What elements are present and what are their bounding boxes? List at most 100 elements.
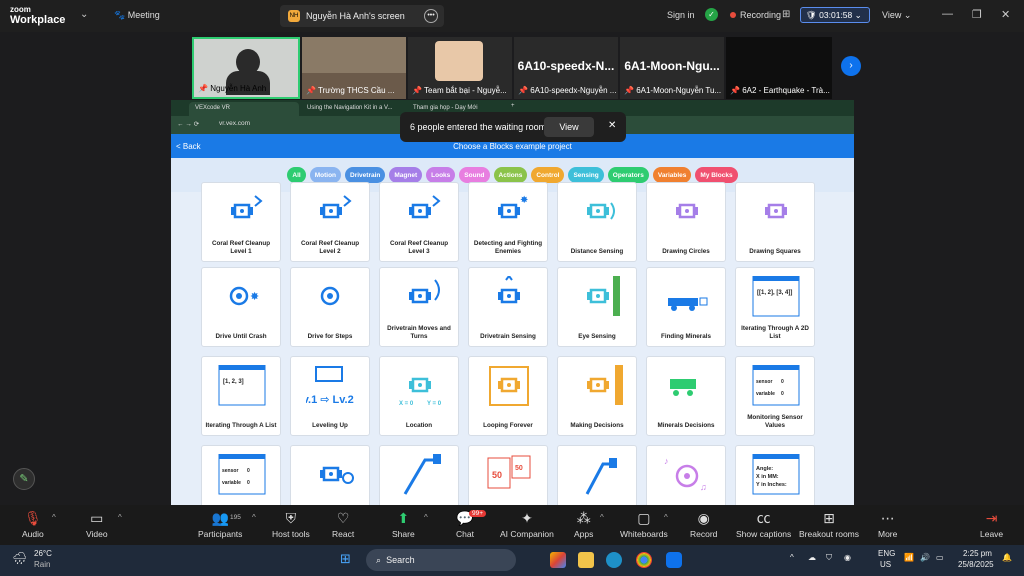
back-arrow-icon[interactable]: ← → ⟳ (177, 120, 199, 128)
filter-operators[interactable]: Operators (607, 167, 649, 183)
audio-button[interactable]: 🎙 Audio (22, 509, 44, 539)
filter-actions[interactable]: Actions (493, 167, 528, 183)
example-card-coral-reef-cleanup-level-1[interactable]: Coral Reef Cleanup Level 1 (201, 182, 281, 262)
browser-tab-vexcode[interactable]: VEXcode VR (189, 102, 299, 116)
share-chevron-icon[interactable]: ^ (424, 513, 428, 522)
video-button[interactable]: ▭ Video (86, 509, 108, 539)
example-card-eye-sensing[interactable]: Eye Sensing (557, 267, 637, 347)
chrome-icon[interactable] (636, 552, 652, 568)
example-card-location[interactable]: X = 0 Y = 0 Location (379, 356, 459, 436)
view-waiting-room-button[interactable]: View (544, 117, 594, 137)
example-card-iterating-through-a-2d-list[interactable]: [[1, 2], [3, 4]] Iterating Through A 2D L… (735, 267, 815, 347)
new-tab-icon[interactable]: + (511, 103, 515, 109)
tray-app-icon[interactable]: ◉ (844, 553, 851, 562)
filter-control[interactable]: Control (531, 167, 565, 183)
windows-start-icon[interactable]: ⊞ (340, 551, 351, 567)
example-card-moving-disks[interactable]: Moving Disks (290, 445, 370, 505)
chevron-down-icon[interactable]: ⌄ (80, 9, 88, 20)
example-card-drive-for-steps[interactable]: Drive for Steps (290, 267, 370, 347)
filter-variables[interactable]: Variables (652, 167, 692, 183)
language-indicator[interactable]: ENG (878, 549, 895, 558)
example-card-distance-sensing[interactable]: Distance Sensing (557, 182, 637, 262)
filter-magnet[interactable]: Magnet (389, 167, 423, 183)
audio-options-chevron-icon[interactable]: ^ (52, 513, 56, 522)
breakout-rooms-button[interactable]: ⊞ Breakout rooms (799, 509, 859, 539)
whiteboards-button[interactable]: ▢ Whiteboards (620, 509, 668, 539)
example-card-drivetrain-moves-and-turns[interactable]: Drivetrain Moves and Turns (379, 267, 459, 347)
battery-icon[interactable]: ▭ (936, 553, 944, 562)
security-icon[interactable]: ⛉ (826, 553, 832, 563)
example-card-drawing-circles[interactable]: Drawing Circles (646, 182, 726, 262)
speaker-icon[interactable]: 🔊 (920, 553, 930, 562)
example-card-monitoring-variable[interactable]: sensor0variable0Monitoring Variable (201, 445, 281, 505)
tray-chevron-icon[interactable]: ^ (790, 553, 794, 562)
ai-companion-button[interactable]: ✦ AI Companion (500, 509, 554, 539)
minimize-icon[interactable]: — (942, 8, 953, 20)
more-icon[interactable]: ••• (424, 9, 438, 23)
recording-indicator[interactable]: Recording (730, 10, 781, 20)
thumb-1[interactable]: 📌 Trường THCS Cầu ... (302, 37, 406, 99)
next-page-icon[interactable]: › (841, 56, 861, 76)
meeting-tab[interactable]: 🐾 Meeting (114, 10, 160, 21)
example-card-printing-location[interactable]: Angle:X in MM:Y in Inches:Printing Locat… (735, 445, 815, 505)
keyboard-layout[interactable]: US (880, 560, 891, 569)
apps-chevron-icon[interactable]: ^ (600, 513, 604, 522)
filter-all[interactable]: All (287, 167, 306, 183)
example-card-minerals-decisions[interactable]: Minerals Decisions (646, 356, 726, 436)
file-explorer-icon[interactable] (578, 552, 594, 568)
example-card-drawing-squares[interactable]: Drawing Squares (735, 182, 815, 262)
leave-button[interactable]: ⇥ Leave (980, 509, 1003, 539)
thumb-4[interactable]: 6A1-Moon-Ngu... 📌 6A1-Moon-Nguyễn Tu... (620, 37, 724, 99)
filter-sound[interactable]: Sound (459, 167, 490, 183)
shield-icon[interactable]: ✓ (705, 8, 718, 21)
restore-icon[interactable]: ❐ (972, 8, 982, 21)
wifi-icon[interactable]: 📶 (904, 553, 914, 562)
example-card-coral-reef-cleanup-level-3[interactable]: Coral Reef Cleanup Level 3 (379, 182, 459, 262)
example-card-coral-reef-cleanup-level-2[interactable]: Coral Reef Cleanup Level 2 (290, 182, 370, 262)
captions-button[interactable]: ㏄ Show captions (736, 509, 791, 539)
example-card-detecting-and-fighting-enemies[interactable]: ✸ Detecting and Fighting Enemies (468, 182, 548, 262)
example-card-leveling-up[interactable]: Lv.1 ⇨ Lv.2 Leveling Up (290, 356, 370, 436)
taskbar-search[interactable]: ⌕ Search (366, 549, 516, 571)
example-card-pick-up-a-sample[interactable]: Pick Up a Sample (557, 445, 637, 505)
example-card-monitoring-sensor-values[interactable]: sensor 0 variable 0 Monitoring Sensor Values (735, 356, 815, 436)
annotate-pen-icon[interactable]: ✎ (13, 468, 35, 490)
example-card-making-decisions[interactable]: Making Decisions (557, 356, 637, 436)
participants-chevron-icon[interactable]: ^ (252, 513, 256, 522)
filter-motion[interactable]: Motion (309, 167, 342, 183)
example-card-iterating-through-a-list[interactable]: [1, 2, 3] Iterating Through A List (201, 356, 281, 436)
copilot-icon[interactable] (550, 552, 566, 568)
react-button[interactable]: ♡ React (332, 509, 354, 539)
close-icon[interactable]: ✕ (1001, 8, 1010, 21)
grid-icon[interactable]: ⊞ (782, 9, 790, 20)
edge-icon[interactable] (606, 552, 622, 568)
video-options-chevron-icon[interactable]: ^ (118, 513, 122, 522)
notification-icon[interactable]: 🔔 (1002, 553, 1012, 562)
close-icon[interactable]: ✕ (608, 120, 616, 131)
example-card-drivetrain-sensing[interactable]: Drivetrain Sensing (468, 267, 548, 347)
thumb-5[interactable]: 📌 6A2 - Earthquake - Trà... (726, 37, 832, 99)
host-tools-button[interactable]: ⛨ Host tools (272, 509, 310, 539)
filter-looks[interactable]: Looks (426, 167, 456, 183)
filter-my-blocks[interactable]: My Blocks (695, 167, 738, 183)
apps-button[interactable]: ⁂ Apps (574, 509, 593, 539)
example-card-moving-samples[interactable]: Moving Samples (379, 445, 459, 505)
whiteboards-chevron-icon[interactable]: ^ (664, 513, 668, 522)
example-card-playing-sounds[interactable]: ♪♫Playing Sounds (646, 445, 726, 505)
thumb-2[interactable]: 📌 Team bắt bại - Nguyễ... (408, 37, 512, 99)
filter-drivetrain[interactable]: Drivetrain (345, 167, 386, 183)
zoom-icon[interactable] (666, 552, 682, 568)
example-card-drive-until-crash[interactable]: ✸ Drive Until Crash (201, 267, 281, 347)
record-button[interactable]: ◉ Record (690, 509, 717, 539)
signin-button[interactable]: Sign in (667, 10, 695, 20)
shared-screen-tab[interactable]: NH Nguyễn Hà Anh's screen ••• (280, 5, 444, 27)
more-button[interactable]: ⋯ More (878, 509, 897, 539)
thumb-0[interactable]: 📌 Nguyễn Hà Anh (192, 37, 300, 99)
meeting-timer[interactable]: 🛡 03:01:58 ⌄ (800, 7, 870, 23)
network-icon[interactable]: ☁ (808, 553, 816, 562)
clock-date[interactable]: 25/8/2025 (958, 560, 994, 569)
share-button[interactable]: ⬆ Share (392, 509, 415, 539)
thumb-3[interactable]: 6A10-speedx-N... 📌 6A10-speedx-Nguyễn ..… (514, 37, 618, 99)
example-card-finding-minerals[interactable]: Finding Minerals (646, 267, 726, 347)
example-card-looping-forever[interactable]: Looping Forever (468, 356, 548, 436)
